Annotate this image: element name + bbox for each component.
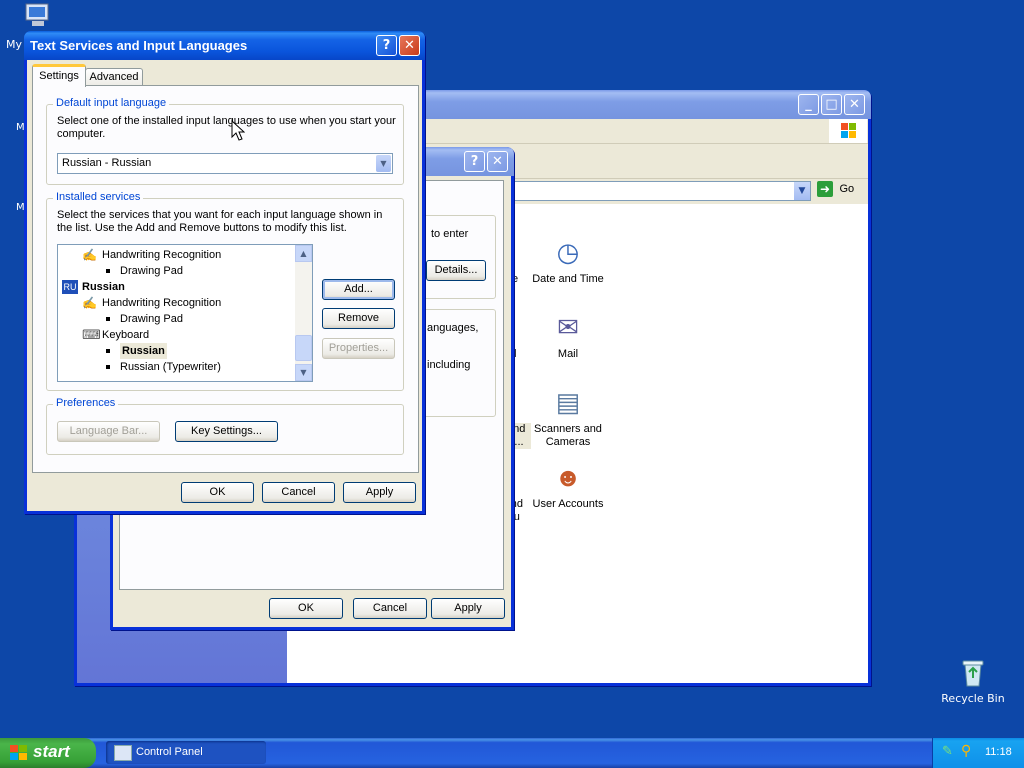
- control-panel-icon: [114, 745, 132, 761]
- taskbar: start Control Panel ✎ ⚲ 11:18: [0, 738, 1024, 768]
- taskbar-item-control-panel[interactable]: Control Panel: [106, 741, 266, 764]
- go-button[interactable]: ➜ Go: [817, 181, 854, 201]
- text-services-dialog: Text Services and Input Languages ? ✕ Se…: [24, 31, 425, 514]
- tab-advanced[interactable]: Advanced: [85, 68, 143, 86]
- tree-item-label: Drawing Pad: [120, 313, 183, 325]
- tree-item-label: Handwriting Recognition: [102, 297, 222, 309]
- minimize-button[interactable]: _: [798, 94, 819, 115]
- desktop-icon-label: Recycle Bin: [941, 692, 1005, 705]
- apply-button[interactable]: Apply: [343, 482, 416, 503]
- control-panel-item[interactable]: ☻ User Accounts: [530, 459, 606, 511]
- bullet-icon: [106, 349, 110, 353]
- close-button[interactable]: ✕: [487, 151, 508, 172]
- search-icon[interactable]: ⚲: [961, 744, 975, 758]
- installed-services-description: Select the services that you want for ea…: [57, 209, 383, 234]
- control-panel-item[interactable]: ▤ Scanners and Cameras: [530, 384, 606, 449]
- properties-button[interactable]: Properties...: [322, 338, 395, 359]
- apply-button[interactable]: Apply: [431, 598, 505, 619]
- handwriting-icon: ✍: [82, 248, 97, 262]
- group-legend: Installed services: [53, 191, 144, 203]
- tree-item-label: Russian: [120, 343, 167, 359]
- tray-clock: 11:18: [985, 746, 1012, 758]
- start-button[interactable]: start: [0, 738, 96, 768]
- chevron-down-icon[interactable]: ▼: [376, 155, 391, 172]
- address-dropdown-button[interactable]: ▼: [794, 182, 810, 200]
- computer-icon: [22, 2, 54, 30]
- tree-item-label: Drawing Pad: [120, 265, 183, 277]
- add-button[interactable]: Add...: [322, 279, 395, 300]
- text-services-client: Settings Advanced Default input language…: [27, 60, 422, 511]
- default-input-description: Select one of the installed input langua…: [57, 115, 396, 140]
- default-input-select[interactable]: Russian - Russian ▼: [57, 153, 393, 174]
- tree-scrollbar[interactable]: ▲ ▼: [295, 245, 312, 381]
- tab-panel: Default input language Select one of the…: [32, 85, 419, 473]
- help-button[interactable]: ?: [376, 35, 397, 56]
- taskbar-item-label: Control Panel: [136, 746, 203, 758]
- scroll-thumb[interactable]: [295, 335, 312, 361]
- close-button[interactable]: ✕: [844, 94, 865, 115]
- keyboard-icon: ⌨: [82, 327, 101, 342]
- users-icon: ☻: [554, 462, 582, 492]
- handwriting-icon: ✍: [82, 296, 97, 310]
- text-services-titlebar: Text Services and Input Languages: [24, 31, 425, 60]
- tree-item-label: Handwriting Recognition: [102, 249, 222, 261]
- tree-item-label: Keyboard: [102, 329, 150, 341]
- scroll-up-button[interactable]: ▲: [295, 245, 312, 262]
- mouse-cursor-icon: [231, 119, 246, 145]
- language-bar-button[interactable]: Language Bar...: [57, 421, 160, 442]
- tree-item-label: Russian: [82, 281, 125, 293]
- ru-badge-icon: RU: [62, 280, 78, 294]
- desktop-icon-label: My: [6, 38, 23, 51]
- tab-label: Advanced: [89, 71, 139, 83]
- window-title: Text Services and Input Languages: [30, 38, 248, 53]
- services-tree[interactable]: ✍ Handwriting Recognition Drawing Pad RU Rus…: [57, 244, 313, 382]
- control-panel-item[interactable]: ✉ Mail: [530, 309, 606, 361]
- my-computer-desktop-icon[interactable]: My: [2, 2, 72, 51]
- partial-text: anguages,: [427, 322, 479, 334]
- help-button[interactable]: ?: [464, 151, 485, 172]
- control-panel-item-label: Mail: [557, 348, 579, 360]
- windows-logo-icon: [829, 119, 867, 143]
- details-button[interactable]: Details...: [426, 260, 486, 281]
- tree-item-label: Russian (Typewriter): [120, 361, 221, 373]
- bullet-icon: [106, 269, 110, 273]
- language-tray-icon[interactable]: ✎: [942, 745, 956, 759]
- cancel-button[interactable]: Cancel: [262, 482, 335, 503]
- preferences-group: Preferences Language Bar... Key Settings…: [46, 397, 404, 455]
- control-panel-item-label: Date and Time: [532, 273, 604, 285]
- bullet-icon: [106, 365, 110, 369]
- control-panel-item-label: User Accounts: [532, 498, 604, 510]
- close-button[interactable]: ✕: [399, 35, 420, 56]
- recycle-bin-desktop-icon[interactable]: Recycle Bin: [938, 656, 1008, 705]
- tab-label: Settings: [39, 70, 79, 82]
- control-panel-item-label: Scanners and Cameras: [534, 423, 602, 448]
- tab-settings[interactable]: Settings: [32, 64, 86, 87]
- bullet-icon: [106, 317, 110, 321]
- remove-button[interactable]: Remove: [322, 308, 395, 329]
- group-legend: Default input language: [53, 97, 170, 109]
- key-settings-button[interactable]: Key Settings...: [175, 421, 278, 442]
- default-input-group: Default input language Select one of the…: [46, 97, 404, 185]
- system-tray: ✎ ⚲ 11:18: [932, 738, 1024, 768]
- start-label: start: [33, 742, 70, 761]
- partial-text: including: [427, 359, 471, 371]
- windows-flag-icon: [10, 745, 28, 764]
- recycle-bin-icon: [957, 656, 989, 688]
- ok-button[interactable]: OK: [269, 598, 343, 619]
- partial-text: to enter: [431, 228, 469, 240]
- scanner-icon: ▤: [555, 387, 581, 417]
- installed-services-group: Installed services Select the services t…: [46, 191, 404, 391]
- control-panel-item[interactable]: ◷ Date and Time: [530, 234, 606, 286]
- group-legend: Preferences: [53, 397, 119, 409]
- go-arrow-icon: ➜: [817, 181, 833, 197]
- clock-icon: ◷: [556, 237, 580, 267]
- mail-icon: ✉: [557, 312, 579, 342]
- cancel-button[interactable]: Cancel: [353, 598, 427, 619]
- ok-button[interactable]: OK: [181, 482, 254, 503]
- scroll-down-button[interactable]: ▼: [295, 364, 312, 381]
- services-tree-items: ✍ Handwriting Recognition Drawing Pad RU Rus…: [58, 247, 294, 379]
- maximize-button[interactable]: □: [821, 94, 842, 115]
- go-label: Go: [839, 183, 855, 195]
- select-value: Russian - Russian: [62, 157, 152, 169]
